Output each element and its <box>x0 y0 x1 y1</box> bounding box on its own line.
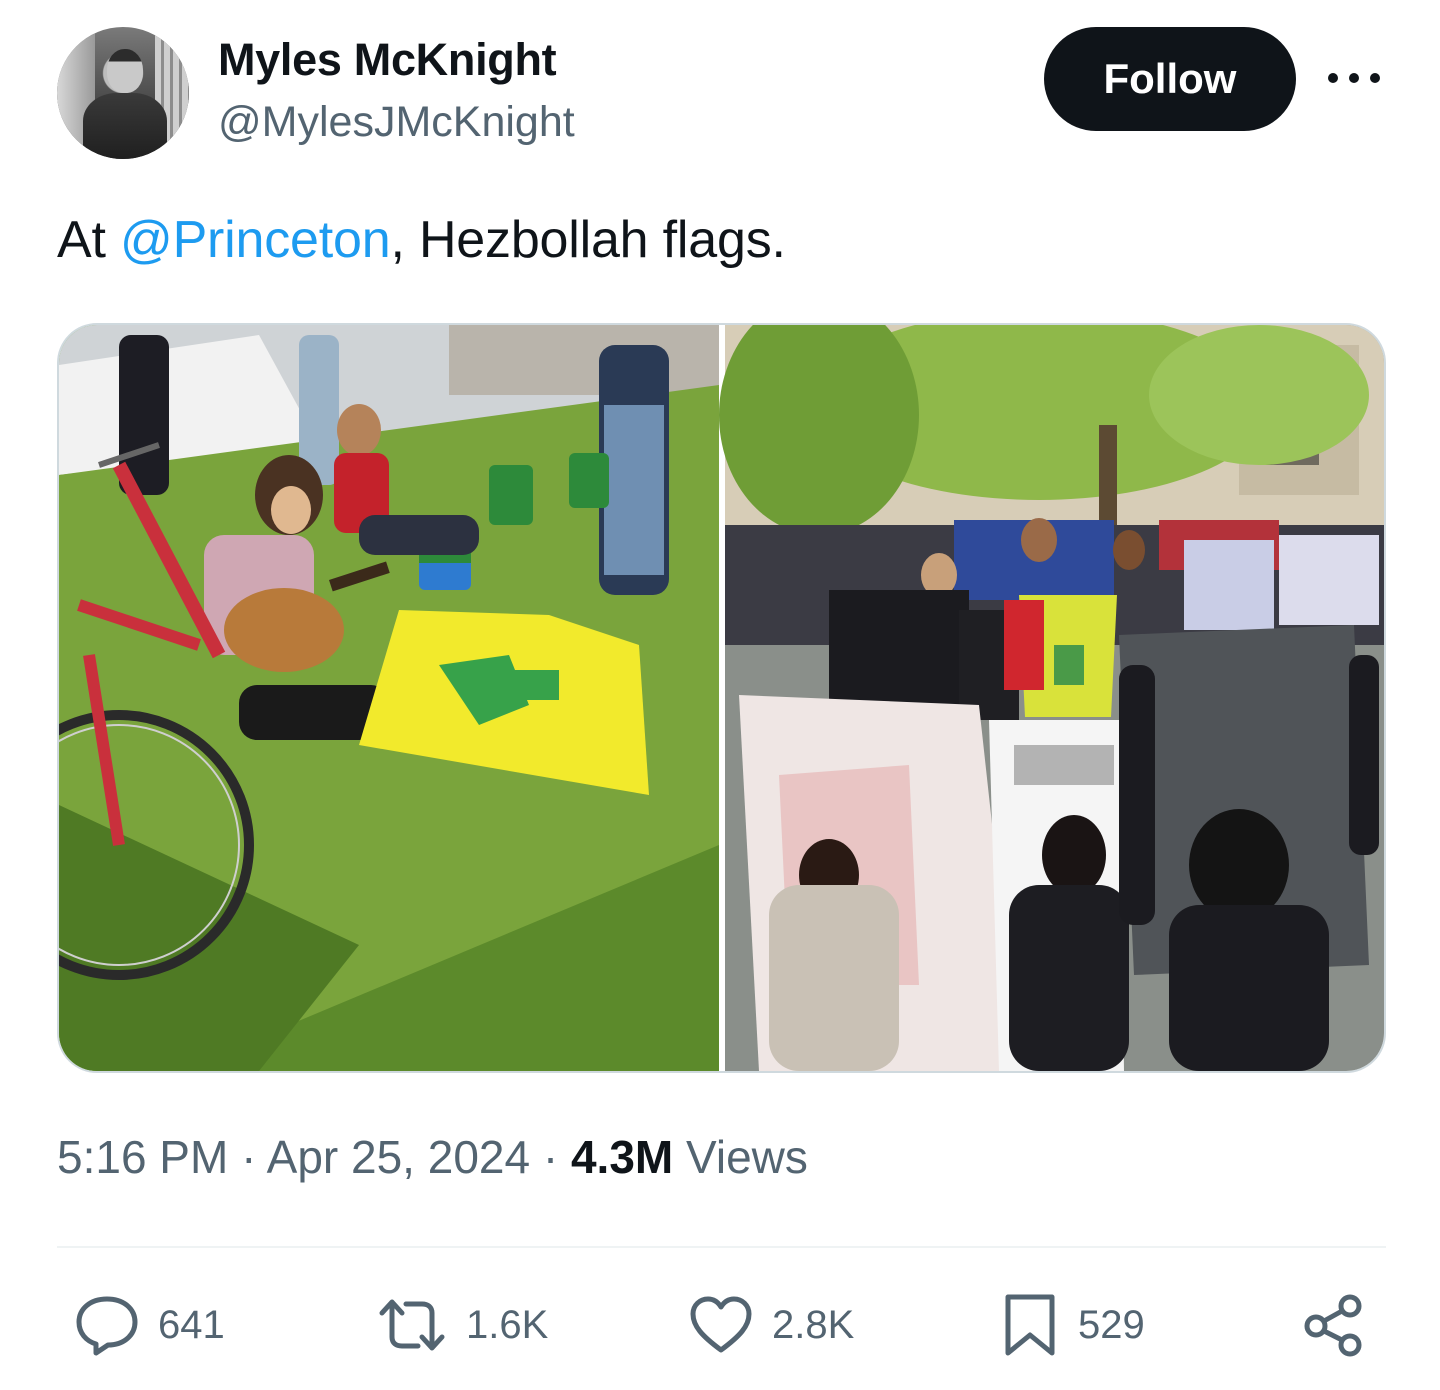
meta-separator: · <box>530 1131 571 1183</box>
like-icon <box>690 1296 752 1353</box>
views-count: 4.3M <box>570 1131 674 1183</box>
divider <box>57 1246 1386 1248</box>
views-label: Views <box>686 1131 808 1183</box>
tweet-text: At @Princeton, Hezbollah flags. <box>57 210 786 270</box>
photo-left[interactable] <box>59 325 719 1071</box>
tweet-page: Myles McKnight @MylesJMcKnight Follow At… <box>0 0 1440 1390</box>
share-button[interactable] <box>1302 1293 1366 1357</box>
media-grid <box>57 323 1386 1073</box>
author-name[interactable]: Myles McKnight <box>218 34 557 86</box>
repost-icon <box>379 1299 445 1351</box>
repost-count: 1.6K <box>466 1302 549 1347</box>
more-icon[interactable] <box>1328 66 1380 90</box>
tweet-time[interactable]: 5:16 PM <box>57 1131 228 1183</box>
reply-count: 641 <box>158 1302 225 1347</box>
repost-button[interactable]: 1.6K <box>376 1293 548 1357</box>
reply-button[interactable]: 641 <box>74 1293 225 1357</box>
bookmark-icon <box>1005 1294 1055 1356</box>
photo-right[interactable] <box>719 325 1384 1071</box>
tweet-meta: 5:16 PM · Apr 25, 2024 · 4.3M Views <box>57 1130 808 1184</box>
meta-separator: · <box>228 1131 267 1183</box>
follow-button[interactable]: Follow <box>1044 27 1296 131</box>
tweet-date[interactable]: Apr 25, 2024 <box>267 1131 530 1183</box>
mention-link[interactable]: @Princeton <box>120 211 391 269</box>
like-button[interactable]: 2.8K <box>688 1293 854 1357</box>
share-icon <box>1304 1294 1362 1357</box>
tweet-text-suffix: , Hezbollah flags. <box>390 211 786 269</box>
reply-icon <box>76 1296 138 1356</box>
bookmark-count: 529 <box>1078 1302 1145 1347</box>
avatar[interactable] <box>57 27 189 159</box>
tweet-text-prefix: At <box>57 211 120 269</box>
author-handle[interactable]: @MylesJMcKnight <box>218 98 575 147</box>
like-count: 2.8K <box>772 1302 855 1347</box>
bookmark-button[interactable]: 529 <box>1000 1293 1145 1357</box>
